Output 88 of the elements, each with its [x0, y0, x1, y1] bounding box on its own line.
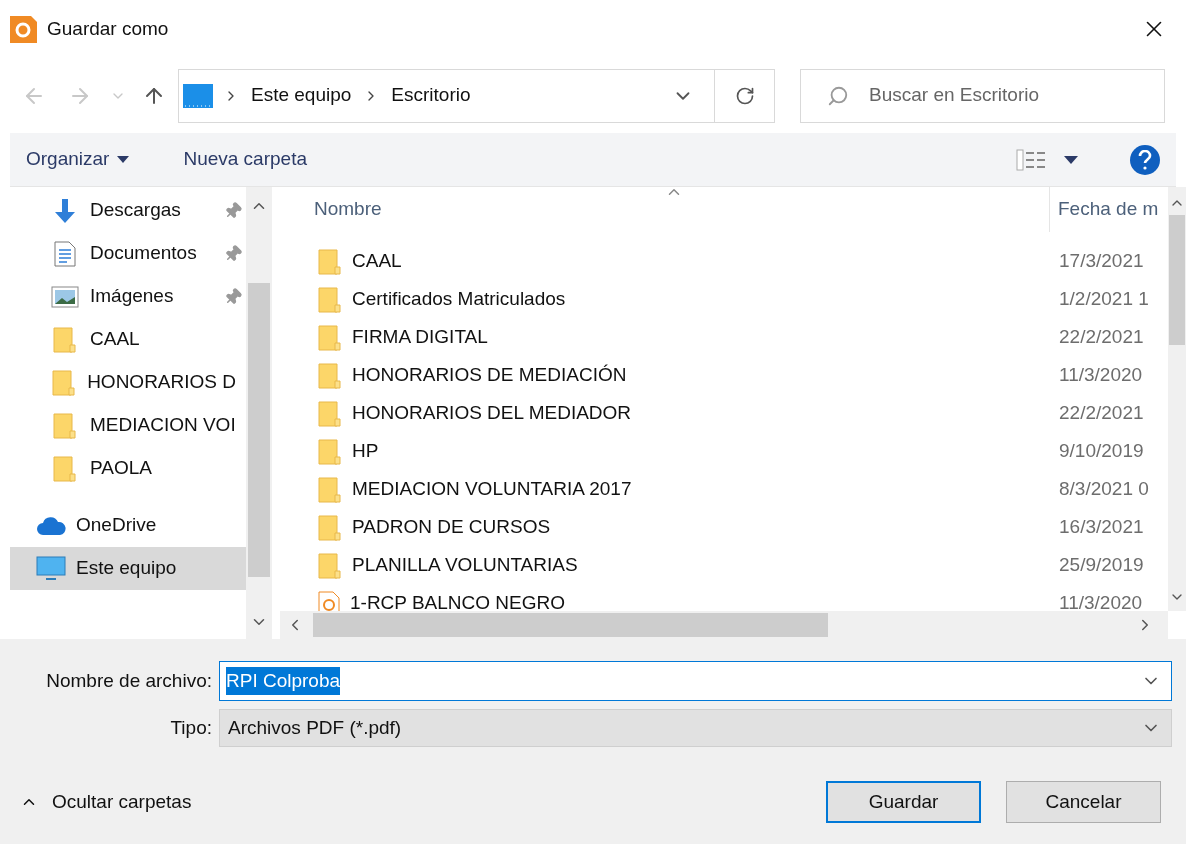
window-title: Guardar como [47, 16, 169, 41]
file-row[interactable]: FIRMA DIGITAL 22/2/2021 [280, 318, 1168, 357]
search-field[interactable]: Buscar en Escritorio [800, 68, 1165, 123]
file-date: 9/10/2019 [1058, 439, 1144, 464]
monitor-icon [183, 83, 213, 108]
folder-icon [51, 369, 76, 396]
file-row[interactable]: PADRON DE CURSOS 16/3/2021 [280, 508, 1168, 547]
file-name: HONORARIOS DEL MEDIADOR [352, 401, 632, 426]
file-row[interactable]: HP 9/10/2019 [280, 432, 1168, 471]
view-options-button[interactable] [1016, 147, 1078, 172]
file-date: 11/3/2020 [1058, 363, 1143, 388]
breadcrumb-item[interactable]: Escritorio [389, 81, 473, 110]
file-date: 11/3/2020 [1058, 591, 1143, 611]
dialog-button[interactable]: Guardar [826, 781, 981, 823]
caret-icon [1064, 155, 1078, 164]
filename-field[interactable]: RPI Colproba [219, 661, 1172, 701]
caret-icon [117, 156, 130, 163]
file-date: 22/2/2021 [1058, 401, 1144, 426]
document-icon [54, 240, 76, 267]
file-name: PADRON DE CURSOS [352, 515, 551, 540]
file-date: 17/3/2021 [1058, 249, 1144, 274]
column-header[interactable]: Nombre [280, 187, 1050, 232]
cloud-icon [36, 515, 66, 536]
file-date: 25/9/2019 [1058, 553, 1144, 578]
scrollbar-thumb[interactable] [248, 283, 270, 577]
nav-item[interactable]: CAAL [10, 318, 246, 361]
refresh-icon [734, 85, 755, 106]
file-row[interactable]: HONORARIOS DEL MEDIADOR 22/2/2021 [280, 394, 1168, 433]
file-row[interactable]: PLANILLA VOLUNTARIAS 25/9/2019 [280, 546, 1168, 585]
folder-icon [53, 455, 77, 482]
address-bar[interactable]: Este equipo Escritorio [178, 68, 775, 123]
organize-menu-button[interactable]: Organizar [26, 145, 130, 174]
file-name: HONORARIOS DE MEDIACIÓN [352, 363, 627, 388]
breadcrumb-item[interactable]: Este equipo [249, 81, 354, 110]
nav-item[interactable]: OneDrive [10, 504, 246, 547]
folder-icon [53, 412, 77, 439]
pdf-file-icon [318, 590, 340, 611]
file-name: PLANILLA VOLUNTARIAS [352, 553, 578, 578]
scrollbar-thumb[interactable] [313, 613, 828, 637]
hide-folders-button[interactable]: Ocultar carpetas [14, 787, 192, 817]
file-date: 1/2/2021 1 [1058, 287, 1149, 312]
file-name: HP [352, 439, 379, 464]
file-row[interactable]: CAAL 17/3/2021 [280, 242, 1168, 281]
file-date: 16/3/2021 [1058, 515, 1144, 540]
field-label: Nombre de archivo: [45, 668, 213, 693]
nav-item[interactable]: Este equipo [10, 547, 246, 590]
app-logo-icon [10, 15, 37, 43]
nav-scrollbar[interactable] [246, 187, 272, 639]
folder-icon [318, 438, 342, 465]
file-name: FIRMA DIGITAL [352, 325, 488, 350]
folder-icon [318, 362, 342, 389]
file-row[interactable]: MEDIACION VOLUNTARIA 2017 8/3/2021 0 [280, 470, 1168, 509]
nav-item[interactable]: HONORARIOS D [10, 361, 246, 404]
field-label: Tipo: [169, 715, 213, 740]
file-name: 1-RCP BALNCO NEGRO [350, 591, 566, 611]
horizontal-scrollbar[interactable] [280, 611, 1168, 639]
nav-item[interactable]: Imágenes [10, 275, 246, 318]
search-icon [827, 84, 849, 107]
file-date: 8/3/2021 0 [1058, 477, 1149, 502]
file-name: MEDIACION VOLUNTARIA 2017 [352, 477, 632, 502]
monitor-icon [36, 555, 66, 582]
file-date: 22/2/2021 [1058, 325, 1144, 350]
picture-icon [51, 285, 79, 308]
folder-icon [318, 552, 342, 579]
nav-item[interactable]: MEDIACION VOI [10, 404, 246, 447]
file-name: CAAL [352, 249, 402, 274]
file-row[interactable]: HONORARIOS DE MEDIACIÓN 11/3/2020 [280, 356, 1168, 395]
folder-icon [318, 248, 342, 275]
file-name: Certificados Matriculados [352, 287, 566, 312]
folder-icon [318, 514, 342, 541]
folder-icon [318, 476, 342, 503]
nav-item[interactable]: Documentos [10, 232, 246, 275]
file-type-dropdown[interactable]: Archivos PDF (*.pdf) [219, 709, 1172, 747]
question-mark-icon [1138, 149, 1152, 170]
nav-item[interactable]: Descargas [10, 189, 246, 232]
scrollbar-thumb[interactable] [1169, 215, 1185, 345]
help-button[interactable] [1130, 144, 1160, 175]
folder-icon [318, 400, 342, 427]
folder-icon [318, 324, 342, 351]
column-header[interactable]: Fecha de m [1050, 187, 1168, 232]
dialog-button[interactable]: Cancelar [1006, 781, 1161, 823]
file-row[interactable]: Certificados Matriculados 1/2/2021 1 [280, 280, 1168, 319]
details-view-icon [1016, 147, 1048, 172]
folder-icon [53, 326, 77, 353]
nav-item[interactable]: PAOLA [10, 447, 246, 490]
folder-icon [318, 286, 342, 313]
new-folder-button[interactable]: Nueva carpeta [183, 145, 307, 174]
file-list-scrollbar[interactable] [1168, 187, 1186, 611]
